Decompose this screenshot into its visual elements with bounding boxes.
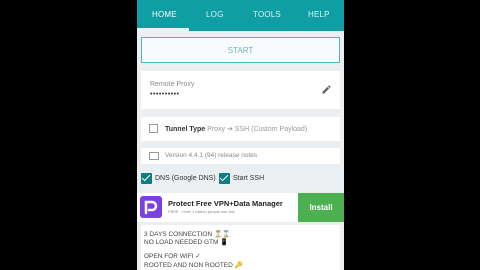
tunnel-type-label: Tunnel Type <box>165 126 206 133</box>
tab-home[interactable]: HOME <box>152 10 177 19</box>
app-screen: HOME LOG TOOLS HELP START Remote Proxy •… <box>137 0 344 270</box>
dns-checkbox[interactable] <box>141 173 152 184</box>
version-row[interactable]: Version 4.4.1 (94) release notes <box>141 148 340 164</box>
info-line: OPEN FOR WIFI ✓ <box>144 253 201 260</box>
ad-subtitle: FREE · Over 1 million people use this <box>168 209 235 214</box>
install-button[interactable]: Install <box>298 193 344 222</box>
start-button[interactable]: START <box>141 37 340 63</box>
active-tab-indicator <box>137 28 189 31</box>
version-text: Version 4.4.1 (94) release notes <box>165 152 258 159</box>
info-line: ROOTED AND NON ROOTED 🔑 <box>144 262 243 269</box>
start-button-label: START <box>227 46 254 55</box>
tab-help[interactable]: HELP <box>308 10 330 19</box>
tunnel-type-text: Tunnel Type Proxy ➔ SSH (Custom Payload) <box>165 125 307 133</box>
tunnel-type-value: Proxy ➔ SSH (Custom Payload) <box>207 126 308 133</box>
dns-checkbox-label: DNS (Google DNS) <box>155 175 216 182</box>
p-logo-icon <box>140 196 162 218</box>
remote-proxy-field[interactable]: Remote Proxy •••••••••• <box>141 71 340 109</box>
start-ssh-checkbox[interactable] <box>219 173 230 184</box>
tunnel-type-row[interactable]: Tunnel Type Proxy ➔ SSH (Custom Payload) <box>141 117 340 141</box>
edit-icon[interactable] <box>321 84 332 95</box>
tunnel-icon <box>149 124 158 133</box>
start-ssh-checkbox-label: Start SSH <box>233 175 265 182</box>
tab-log[interactable]: LOG <box>206 10 224 19</box>
remote-proxy-label: Remote Proxy <box>150 81 195 88</box>
tab-tools[interactable]: TOOLS <box>253 10 281 19</box>
ad-title: Protect Free VPN+Data Manager <box>168 199 283 208</box>
remote-proxy-value: •••••••••• <box>150 91 180 98</box>
notes-icon <box>149 152 159 160</box>
info-panel: 3 DAYS CONNECTION ⏳⌛ NO LOAD NEEDED GTM … <box>141 225 340 270</box>
ad-banner[interactable]: Protect Free VPN+Data Manager FREE · Ove… <box>137 193 344 222</box>
info-line: NO LOAD NEEDED GTM 📱 <box>144 239 229 246</box>
info-line: 3 DAYS CONNECTION ⏳⌛ <box>144 231 231 238</box>
tab-bar: HOME LOG TOOLS HELP <box>137 0 344 31</box>
